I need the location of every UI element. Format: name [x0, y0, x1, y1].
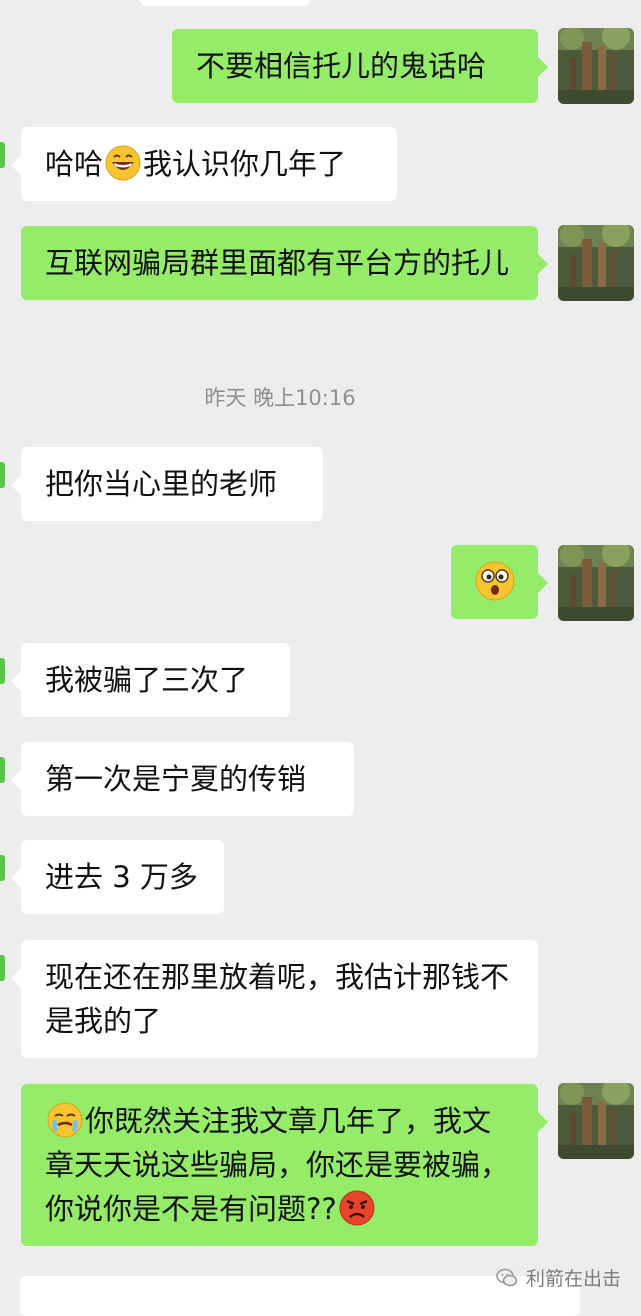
incoming-message[interactable]: 现在还在那里放着呢，我估计那钱不是我的了 — [11, 940, 538, 1058]
unread-edge-mark — [0, 658, 5, 684]
previous-message-stub — [140, 0, 310, 6]
message-text: 进去 3 万多 — [45, 860, 198, 894]
incoming-message[interactable]: 我被骗了三次了 — [11, 643, 290, 717]
tree-avatar-icon — [558, 545, 634, 621]
wechat-icon — [496, 1268, 518, 1286]
message-text: 现在还在那里放着呢，我估计那钱不是我的了 — [45, 960, 510, 1038]
tree-avatar-icon — [558, 28, 634, 104]
message-text: 互联网骗局群里面都有平台方的托儿 — [45, 246, 510, 280]
incoming-message[interactable]: 把你当心里的老师 — [11, 447, 323, 521]
message-text: 把你当心里的老师 — [45, 467, 278, 501]
outgoing-message[interactable]: 不要相信托儿的鬼话哈 — [172, 29, 548, 103]
outgoing-message[interactable] — [451, 545, 548, 619]
grin-emoji-icon — [105, 145, 141, 181]
incoming-message[interactable]: 第一次是宁夏的传销 — [11, 742, 354, 816]
user-avatar[interactable] — [558, 225, 634, 301]
message-prefix: 哈哈 — [45, 147, 104, 181]
user-avatar[interactable] — [558, 28, 634, 104]
unread-edge-mark — [0, 855, 5, 881]
unread-edge-mark — [0, 142, 5, 168]
watermark: 利箭在出击 — [496, 1264, 621, 1291]
unread-edge-mark — [0, 955, 5, 981]
angry-emoji-icon — [339, 1190, 375, 1226]
message-text: 不要相信托儿的鬼话哈 — [196, 49, 487, 83]
unread-edge-mark — [0, 462, 5, 488]
chat-timestamp: 昨天 晚上10:16 — [204, 386, 356, 410]
unread-edge-mark — [0, 757, 5, 783]
tree-avatar-icon — [558, 225, 634, 301]
message-text: 我被骗了三次了 — [45, 663, 249, 697]
outgoing-message[interactable]: 你既然关注我文章几年了，我文章天天说这些骗局，你还是要被骗，你说你是不是有问题?… — [21, 1084, 548, 1246]
user-avatar[interactable] — [558, 1083, 634, 1159]
chat-view: 不要相信托儿的鬼话哈 哈哈 我认识你几年了 互联网骗局群里面都有平台方的托儿 昨… — [0, 0, 641, 1316]
message-text: 你既然关注我文章几年了，我文章天天说这些骗局，你还是要被骗，你说你是不是有问题?… — [45, 1104, 510, 1226]
message-text: 我认识你几年了 — [143, 147, 347, 181]
message-text: 第一次是宁夏的传销 — [45, 762, 307, 796]
watermark-text: 利箭在出击 — [525, 1268, 621, 1290]
face-palm-emoji-icon — [47, 1102, 83, 1138]
stunned-emoji-icon — [475, 561, 515, 601]
incoming-message[interactable]: 哈哈 我认识你几年了 — [11, 127, 397, 201]
outgoing-message[interactable]: 互联网骗局群里面都有平台方的托儿 — [21, 226, 548, 300]
tree-avatar-icon — [558, 1083, 634, 1159]
incoming-message[interactable]: 进去 3 万多 — [11, 840, 224, 914]
user-avatar[interactable] — [558, 545, 634, 621]
